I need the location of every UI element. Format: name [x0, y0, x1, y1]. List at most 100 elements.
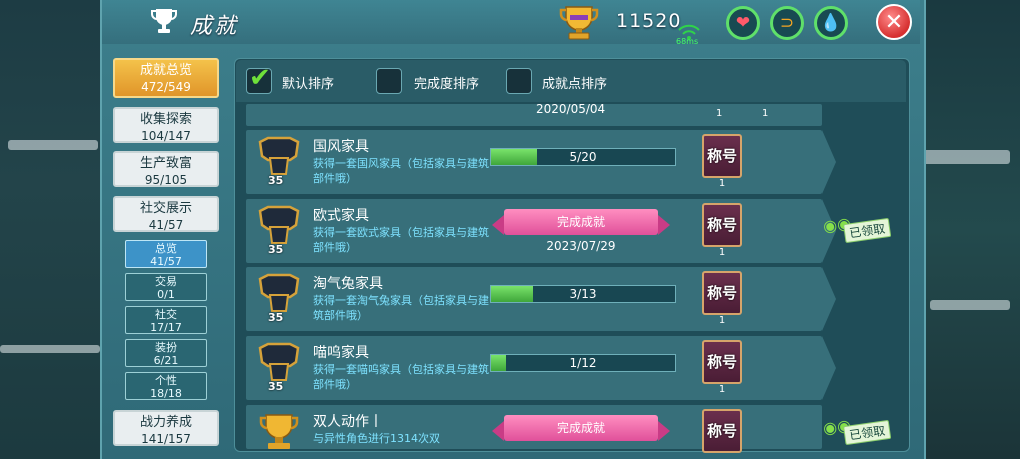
ping-label: 68ms [676, 37, 699, 46]
subitem-trade[interactable]: 交易 0/1 [125, 273, 207, 301]
title-reward-badge[interactable]: 称号 [702, 134, 742, 178]
progress-text: 5/20 [569, 150, 597, 164]
sidebar-item-count: 41/57 [148, 218, 184, 232]
subitem-label: 装扮 [155, 341, 177, 354]
close-button[interactable]: ✕ [876, 4, 912, 40]
snow-patch [8, 140, 98, 150]
water-drop-icon: 💧 [820, 13, 842, 33]
achievement-desc: 与异性角色进行1314次双 [313, 432, 440, 445]
subitem-overview[interactable]: 总览 41/57 [125, 240, 207, 268]
subitem-personality[interactable]: 个性 18/18 [125, 372, 207, 400]
achievement-name: 欧式家具 [313, 208, 369, 224]
sort-points-checkbox[interactable] [506, 68, 532, 94]
page-title: 成就 [190, 14, 239, 39]
sidebar-item-social[interactable]: 社交展示 41/57 [113, 196, 219, 232]
reward-quantity: 1 [718, 384, 726, 395]
progress-text: 3/13 [569, 287, 597, 301]
progress-bar: 5/20 [490, 148, 676, 166]
checkmark-icon: ✔ [249, 63, 271, 93]
trophy-icon [151, 9, 177, 33]
gold-trophy-icon [559, 6, 599, 40]
subitem-count: 0/1 [157, 288, 175, 301]
title-reward-badge[interactable]: 称号 [702, 409, 742, 453]
subitem-label: 社交 [155, 308, 177, 321]
achievement-name: 喵呜家具 [313, 345, 369, 361]
sidebar-item-count: 472/549 [141, 80, 191, 94]
progress-bar: 3/13 [490, 285, 676, 303]
achievement-row[interactable]: 35 淘气兔家具 获得一套淘气兔家具（包括家具与建筑部件哦） 3/13 称号 1 [246, 267, 822, 331]
achievement-row-partial: 2020/05/04 1 1 [246, 102, 822, 126]
subitem-count: 6/21 [153, 354, 179, 367]
achievement-name: 淘气兔家具 [313, 276, 383, 292]
title-reward-badge[interactable]: 称号 [702, 203, 742, 247]
hunger-button[interactable]: ⊃ [770, 6, 804, 40]
achievement-name: 双人动作丨 [313, 414, 383, 430]
sidebar-item-count: 95/105 [144, 173, 188, 187]
achievement-desc: 获得一套喵呜家具（包括家具与建筑部件哦） [313, 363, 489, 391]
subitem-count: 17/17 [150, 321, 182, 334]
sidebar-item-count: 141/157 [141, 432, 191, 446]
sidebar-item-label: 社交展示 [139, 201, 192, 216]
subitem-label: 个性 [155, 374, 177, 387]
achievement-row[interactable]: 35 国风家具 获得一套国风家具（包括家具与建筑部件哦） 5/20 称号 1 [246, 130, 822, 194]
stomach-icon: ⊃ [779, 13, 795, 33]
snow-patch [930, 300, 1010, 310]
achievement-desc: 获得一套国风家具（包括家具与建筑部件哦） [313, 157, 489, 185]
achievement-desc: 获得一套淘气兔家具（包括家具与建筑部件哦） [313, 294, 489, 322]
subitem-count: 18/18 [150, 387, 182, 400]
health-button[interactable]: ❤ [726, 6, 760, 40]
achievement-level: 35 [268, 243, 284, 256]
reward-quantity: 1 [718, 178, 726, 189]
sidebar-item-count: 104/147 [141, 129, 191, 143]
title-reward-badge[interactable]: 称号 [702, 271, 742, 315]
sidebar-item-overview[interactable]: 成就总览 472/549 [113, 58, 219, 98]
sidebar-item-label: 生产致富 [139, 156, 192, 171]
completed-ribbon: 完成成就 [492, 209, 670, 235]
achievement-level: 35 [268, 380, 284, 393]
achievement-level: 35 [268, 174, 284, 187]
achievement-row[interactable]: 35 喵呜家具 获得一套喵呜家具（包括家具与建筑部件哦） 1/12 称号 1 [246, 336, 822, 400]
gold-cup-icon [259, 414, 299, 449]
reward-quantity: 1 [718, 247, 726, 258]
title-reward-badge[interactable]: 称号 [702, 340, 742, 384]
sort-points-label: 成就点排序 [542, 77, 608, 92]
sort-completion-checkbox[interactable] [376, 68, 402, 94]
achievement-name: 国风家具 [313, 139, 369, 155]
sidebar-item-production[interactable]: 生产致富 95/105 [113, 151, 219, 187]
sidebar-item-combat[interactable]: 战力养成 141/157 [113, 410, 219, 446]
achievement-row[interactable]: 双人动作丨 与异性角色进行1314次双 完成成就 称号 [246, 405, 822, 453]
achievement-level: 35 [268, 311, 284, 324]
sidebar-item-collection[interactable]: 收集探索 104/147 [113, 107, 219, 143]
achievement-row[interactable]: 35 欧式家具 获得一套欧式家具（包括家具与建筑部件哦） 完成成就 2023/0… [246, 199, 822, 263]
water-button[interactable]: 💧 [814, 6, 848, 40]
row-arrow [822, 267, 836, 331]
sort-default-label: 默认排序 [282, 77, 335, 92]
completion-date: 2023/07/29 [546, 239, 616, 253]
progress-text: 1/12 [569, 356, 597, 370]
sort-default-checkbox[interactable]: ✔ [246, 63, 272, 94]
reward-quantity: 1 [762, 108, 769, 119]
snow-patch [920, 150, 1010, 164]
subitem-label: 总览 [155, 242, 177, 255]
sidebar-item-label: 成就总览 [139, 63, 192, 78]
subitem-social[interactable]: 社交 17/17 [125, 306, 207, 334]
achievement-points: 11520 [616, 10, 682, 32]
reward-quantity: 1 [716, 108, 723, 119]
progress-bar: 1/12 [490, 354, 676, 372]
subitem-label: 交易 [155, 275, 177, 288]
achievement-desc: 获得一套欧式家具（包括家具与建筑部件哦） [313, 226, 489, 254]
sidebar-item-label: 战力养成 [139, 415, 192, 430]
subitem-outfit[interactable]: 装扮 6/21 [125, 339, 207, 367]
completed-ribbon: 完成成就 [492, 415, 670, 441]
sort-completion-label: 完成度排序 [414, 77, 480, 92]
reward-quantity: 1 [718, 315, 726, 326]
background-right [910, 0, 1020, 459]
row-arrow [822, 130, 836, 194]
row-arrow [822, 336, 836, 400]
snow-patch [0, 345, 100, 353]
subitem-count: 41/57 [150, 255, 182, 268]
heart-icon: ❤ [735, 13, 751, 33]
row-date: 2020/05/04 [536, 102, 606, 116]
background-left [0, 0, 110, 459]
close-icon: ✕ [884, 9, 904, 35]
